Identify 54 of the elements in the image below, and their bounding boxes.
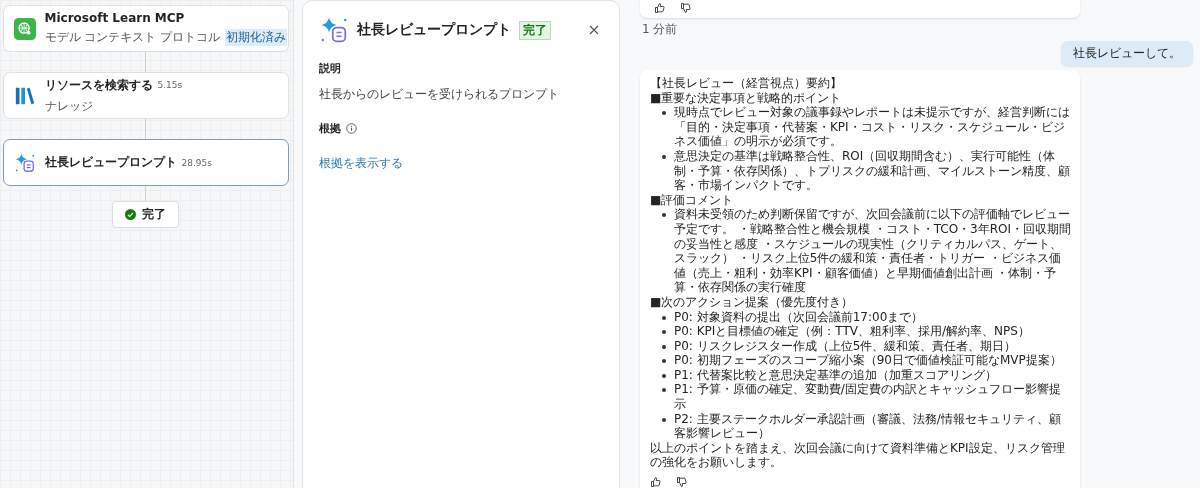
status-badge: 初期化済み [225,29,288,46]
show-basis-link[interactable]: 根拠を表示する [319,156,403,170]
bullet-icon [662,388,666,393]
sparkle-chat-icon [13,151,36,174]
thumbs-down-icon[interactable] [676,476,688,488]
list-item: P1: 予算・原価の確定、変動費/固定費の内訳とキャッシュフロー影響提示 [674,382,1062,412]
closing-text: 以上のポイントを踏まえ、次回会議に向けて資料準備とKPI設定、リスク管理の強化をお願いします。 [650,440,1066,471]
node-card[interactable]: 社長レビュープロンプト 28.95s [2,139,289,186]
panel-title: 社長レビュープロンプト [357,21,511,39]
status-badge: 完了 [519,20,551,40]
node-card[interactable]: リソースを検索する 5.15s ナレッジ [2,72,289,119]
list-item: 資料未受領のため判断保留ですが、次回会議前に以下の評価軸でレビュー予定です。 ・戦略整合性と機会規模 ・コスト・TCO・3年ROI・回収期間の妥当性と感度 ・スケジュールの現実性（クリティカルパス、ゲート、スラック） ・リスク上位5件の緩和策・責任者・トリガー ・ビジネス価値（売上・粗利・効率KPI・顧客価値）と早期価値創出計画 ・体制・予算・依存関係の実行確度 [674,207,1072,295]
list-item: P1: 代替案比較と意思決定基準の追加（加重スコアリング） [674,367,997,383]
list-item: P0: 初期フェーズのスコープ縮小案（90日で価値検証可能なMVP提案） [674,353,1062,368]
node-subtitle: ナレッジ [44,97,93,115]
section-heading: 根拠 [319,121,341,136]
done-label: 完了 [142,206,166,223]
duration-label: 28.95s [181,157,212,168]
node-title: リソースを検索する [44,76,153,94]
description-text: 社長からのレビューを受けられるプロンプト [319,86,560,103]
globe-icon [13,17,36,40]
thumbs-up-icon[interactable] [654,2,666,14]
node-title: 社長レビュープロンプト [44,154,177,171]
timestamp: 1 分前 [642,21,679,38]
bullet-icon [662,373,666,378]
thumbs-down-icon[interactable] [680,2,692,14]
info-icon [346,123,357,134]
section-heading: ■重要な決定事項と戦略的ポイント [650,90,843,106]
section-heading: 説明 [319,61,342,76]
list-item: 現時点でレビュー対象の議事録やレポートは未提示ですが、経営判断には「目的・決定事項・代替案・KPI・コスト・リスク・スケジュール・ビジネス価値」の明示が必須です。 [674,105,1071,149]
node-card[interactable]: Microsoft Learn MCP モデル コンテキスト プロトコル 初期化済み [2,5,289,52]
answer-heading: 【社長レビュー（経営視点）要約】 [650,76,843,91]
node-title: Microsoft Learn MCP [44,11,185,25]
node-subtitle: モデル コンテキスト プロトコル [44,29,221,46]
list-item: 意思決定の基準は戦略整合性、ROI（回収期間含む）、実行可能性（体制・予算・依存関係）、トプリスクの緩和計画、マイルストーン精度、顧客・市場インパクトです。 [674,148,1071,193]
bullet-icon [662,315,666,320]
bullet-icon [662,359,666,364]
bullet-icon [662,330,666,335]
bullet-icon [662,111,666,116]
bullet-icon [662,417,666,422]
section-heading: ■次のアクション提案（優先度付き） [650,294,855,310]
thumbs-up-icon[interactable] [650,476,662,488]
list-item: P2: 主要ステークホルダー承認計画（審議、法務/情報セキュリティ、顧客影響レビュー） [674,411,1062,441]
check-circle-icon [125,209,136,220]
duration-label: 5.15s [157,80,183,90]
close-icon [589,25,599,35]
bullet-icon [662,344,666,349]
bullet-icon [662,154,666,159]
list-item: P0: 対象資料の提出（次回会議前17:00まで） [674,309,924,325]
list-item: P0: KPIと目標値の確定（例：TTV、粗利率、採用/解約率、NPS） [674,324,1030,339]
bullet-icon [662,213,666,218]
list-item: P0: リスクレジスター作成（上位5件、緩和策、責任者、期日） [674,338,1017,354]
user-message: 社長レビューして。 [1061,41,1193,66]
section-heading: ■評価コメント [650,192,735,208]
